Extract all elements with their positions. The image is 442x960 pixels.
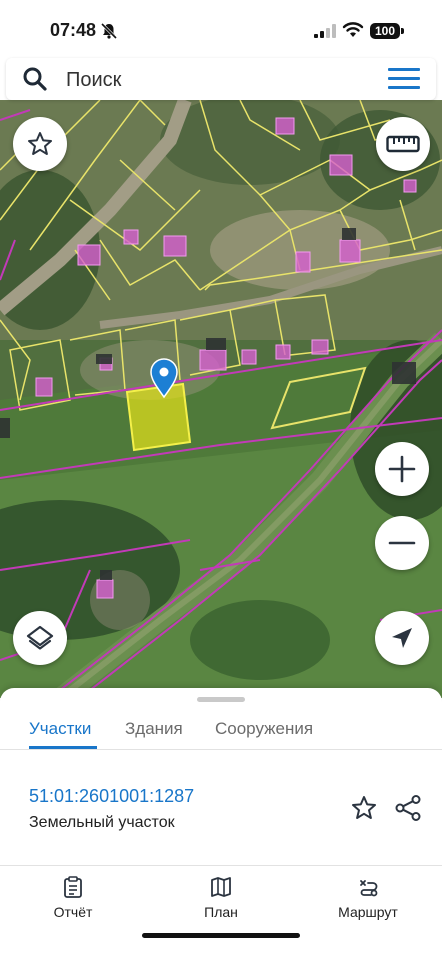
nav-plan-label: План bbox=[204, 904, 238, 920]
navigation-arrow-icon bbox=[392, 628, 412, 648]
selected-parcel[interactable] bbox=[125, 382, 192, 452]
layers-button[interactable] bbox=[13, 611, 67, 665]
ruler-icon bbox=[386, 135, 420, 153]
nav-route[interactable]: Маршрут bbox=[313, 876, 423, 920]
menu-icon[interactable] bbox=[388, 68, 420, 90]
bottom-navigation: Отчёт План Маршрут bbox=[0, 866, 442, 928]
battery-indicator: 100 bbox=[370, 23, 400, 39]
status-time: 07:48 bbox=[50, 20, 97, 40]
layers-icon bbox=[26, 625, 54, 650]
search-icon[interactable] bbox=[22, 66, 48, 92]
parcel-type: Земельный участок bbox=[29, 814, 175, 831]
home-indicator bbox=[142, 933, 300, 938]
locate-me-button[interactable] bbox=[375, 611, 429, 665]
search-bar bbox=[6, 58, 436, 100]
zoom-in-button[interactable] bbox=[375, 442, 429, 496]
zoom-out-button[interactable] bbox=[375, 516, 429, 570]
report-icon bbox=[64, 876, 82, 898]
tab-buildings[interactable]: Здания bbox=[125, 719, 183, 739]
star-icon[interactable] bbox=[350, 794, 378, 822]
wifi-icon bbox=[342, 22, 364, 37]
nav-plan[interactable]: План bbox=[166, 876, 276, 920]
nav-route-label: Маршрут bbox=[338, 904, 398, 920]
star-icon bbox=[28, 132, 52, 155]
cellular-signal-icon bbox=[314, 24, 336, 38]
tab-bar: Участки Здания Сооружения bbox=[0, 708, 442, 750]
favorite-button[interactable] bbox=[13, 117, 67, 171]
tab-parcels[interactable]: Участки bbox=[29, 719, 91, 739]
parcel-card[interactable]: 51:01:2601001:1287 Земельный участок bbox=[0, 750, 442, 865]
tab-structures[interactable]: Сооружения bbox=[215, 719, 313, 739]
bottom-sheet: Участки Здания Сооружения 51:01:2601001:… bbox=[0, 688, 442, 960]
bell-off-icon bbox=[100, 22, 118, 40]
route-icon bbox=[360, 880, 378, 897]
minus-icon bbox=[388, 541, 416, 545]
nav-report[interactable]: Отчёт bbox=[18, 876, 128, 920]
status-bar: 07:48 100 bbox=[0, 0, 442, 58]
search-input[interactable] bbox=[64, 66, 368, 94]
satellite-map bbox=[0, 100, 442, 698]
share-icon[interactable] bbox=[394, 794, 422, 822]
plus-icon bbox=[388, 455, 416, 483]
map-icon bbox=[211, 877, 231, 897]
cadastral-number[interactable]: 51:01:2601001:1287 bbox=[29, 786, 194, 807]
sheet-grabber[interactable] bbox=[197, 697, 245, 702]
battery-tip bbox=[401, 28, 404, 34]
ruler-button[interactable] bbox=[376, 117, 430, 171]
nav-report-label: Отчёт bbox=[53, 904, 93, 920]
map-view[interactable] bbox=[0, 100, 442, 698]
